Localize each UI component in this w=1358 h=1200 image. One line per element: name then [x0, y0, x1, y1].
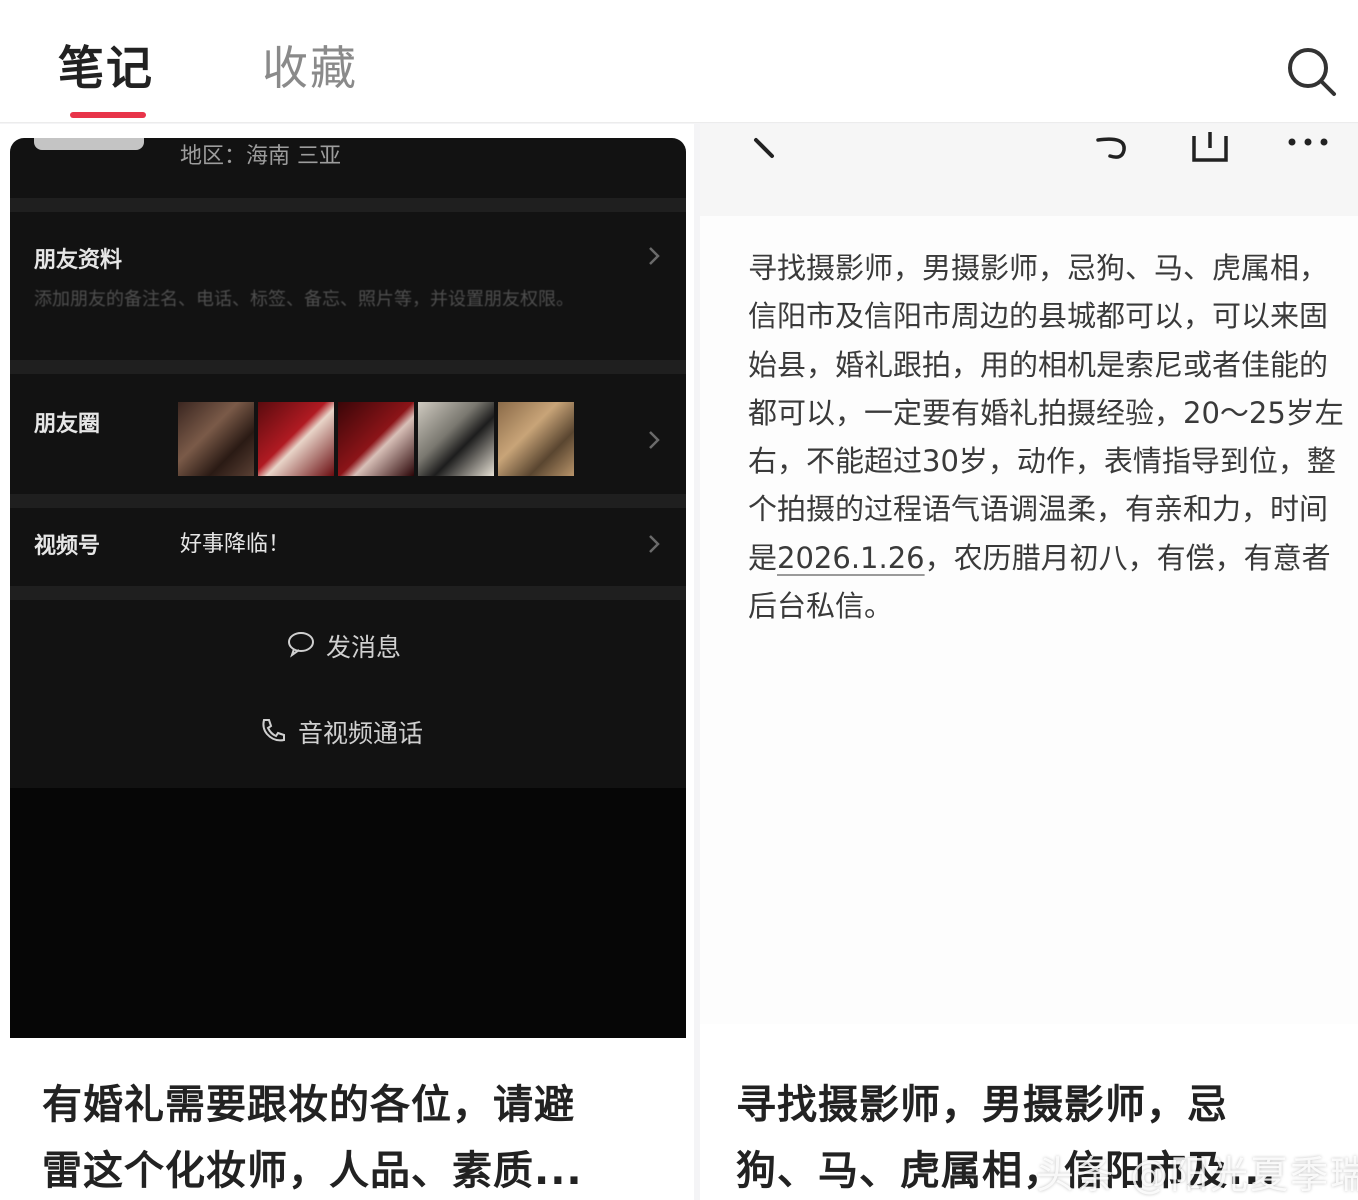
region-text: 地区：海南 三亚 — [180, 144, 341, 169]
channels-value: 好事降临！ — [180, 532, 291, 557]
friend-info-desc: 添加朋友的备注名、电话、标签、备忘、照片等，并设置朋友权限。 — [34, 289, 574, 310]
top-bar: 笔记 收藏 — [0, 0, 1358, 123]
phone-icon — [262, 719, 285, 742]
wechat-profile-screenshot: 地区：海南 三亚 朋友资料 添加朋友的备注名、电话、标签、备忘、照片等，并设置朋… — [10, 138, 686, 1038]
active-tab-indicator — [70, 112, 146, 118]
divider — [10, 360, 686, 374]
note-title-line: 雷这个化妆师，人品、素质... — [42, 1148, 583, 1194]
note-title-line: 有婚礼需要跟妆的各位，请避 — [42, 1082, 575, 1128]
note-body-part: 寻找摄影师，男摄影师，忌狗、马、虎属相，信阳市及信阳市周边的县城都可以，可以来固… — [748, 251, 1344, 575]
note-card-right[interactable]: 寻找摄影师，男摄影师，忌狗、马、虎属相，信阳市及信阳市周边的县城都可以，可以来固… — [700, 124, 1358, 1200]
moments-photo — [258, 402, 334, 476]
divider — [10, 586, 686, 600]
moments-photo — [498, 402, 574, 476]
chevron-right-icon — [649, 535, 660, 553]
moments-photo — [178, 402, 254, 476]
moments-thumbnails — [178, 402, 588, 476]
export-icon — [1192, 132, 1228, 162]
avatar — [34, 138, 144, 150]
note-title-line: 寻找摄影师，男摄影师，忌 — [736, 1082, 1228, 1128]
more-icon — [1288, 138, 1328, 146]
screenshot-toolbar — [700, 124, 1358, 216]
divider — [10, 494, 686, 508]
note-body-text: 寻找摄影师，男摄影师，忌狗、马、虎属相，信阳市及信阳市周边的县城都可以，可以来固… — [748, 244, 1348, 630]
note-title[interactable]: 有婚礼需要跟妆的各位，请避 雷这个化妆师，人品、素质... — [42, 1072, 583, 1200]
note-text-screenshot: 寻找摄影师，男摄影师，忌狗、马、虎属相，信阳市及信阳市周边的县城都可以，可以来固… — [700, 124, 1358, 1024]
moments-photo — [418, 402, 494, 476]
chevron-right-icon — [649, 431, 660, 449]
tab-notes[interactable]: 笔记 — [58, 38, 154, 98]
chevron-right-icon — [649, 247, 660, 265]
watermark-text: 头条 @阳光夏季瑞金 — [1036, 1153, 1358, 1197]
moments-photo — [338, 402, 414, 476]
chat-bubble-icon — [288, 632, 314, 658]
screenshot-empty-area — [10, 788, 686, 1038]
divider — [10, 198, 686, 212]
back-arrow-icon — [754, 138, 774, 158]
send-message-button: 发消息 — [326, 633, 402, 662]
note-date-link: 2026.1.26 — [777, 540, 925, 575]
share-icon — [1096, 137, 1126, 159]
friend-info-label: 朋友资料 — [34, 248, 123, 273]
search-icon[interactable] — [1284, 44, 1338, 98]
channels-label: 视频号 — [34, 534, 101, 559]
av-call-button: 音视频通话 — [298, 719, 424, 748]
tab-favorites[interactable]: 收藏 — [262, 38, 358, 98]
note-card-left[interactable]: 地区：海南 三亚 朋友资料 添加朋友的备注名、电话、标签、备忘、照片等，并设置朋… — [0, 124, 694, 1200]
moments-label: 朋友圈 — [34, 412, 101, 437]
